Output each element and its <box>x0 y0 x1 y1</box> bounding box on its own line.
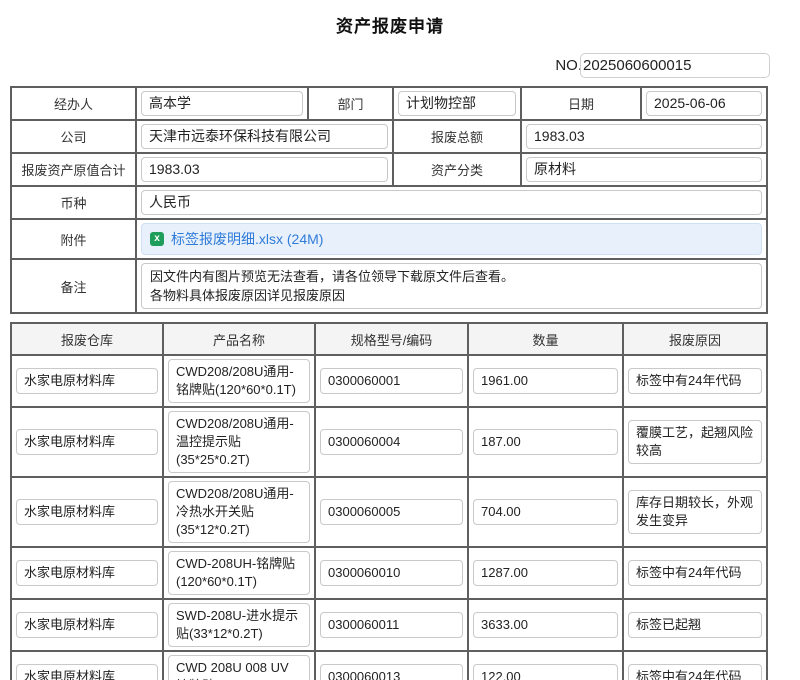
warehouse-input[interactable]: 水家电原材料库 <box>16 429 158 455</box>
warehouse-input[interactable]: 水家电原材料库 <box>16 612 158 638</box>
dept-label: 部门 <box>308 87 393 120</box>
date-input[interactable]: 2025-06-06 <box>646 91 762 116</box>
qty-input[interactable]: 3633.00 <box>473 612 618 638</box>
warehouse-input[interactable]: 水家电原材料库 <box>16 560 158 586</box>
product-input[interactable]: SWD-208U-进水提示贴(33*12*0.2T) <box>168 603 310 647</box>
attachment-link[interactable]: 标签报废明细.xlsx (24M) <box>171 229 323 249</box>
item-row: 水家电原材料库 SWD-208U-进水提示贴(33*12*0.2T) 03000… <box>11 599 767 651</box>
scrap-total-label: 报废总额 <box>393 120 521 153</box>
form-row-handler: 经办人 高本学 部门 计划物控部 日期 2025-06-06 <box>11 87 767 120</box>
header-qty: 数量 <box>468 323 623 355</box>
doc-number-row: NO.2025060600015 <box>10 53 770 79</box>
code-input[interactable]: 0300060004 <box>320 429 463 455</box>
item-row: 水家电原材料库 CWD 208U 008 UV 铭牌贴(120*60*0.1T)… <box>11 651 767 680</box>
asset-category-input[interactable]: 原材料 <box>526 157 762 182</box>
reason-input[interactable]: 库存日期较长，外观发生变异 <box>628 490 762 534</box>
attachment-cell: x 标签报废明细.xlsx (24M) <box>136 219 767 259</box>
item-row: 水家电原材料库 CWD-208UH-铭牌贴(120*60*0.1T) 03000… <box>11 547 767 599</box>
reason-input[interactable]: 覆膜工艺，起翘风险较高 <box>628 420 762 464</box>
product-input[interactable]: CWD-208UH-铭牌贴(120*60*0.1T) <box>168 551 310 595</box>
reason-input[interactable]: 标签已起翘 <box>628 612 762 638</box>
original-total-label: 报废资产原值合计 <box>11 153 136 186</box>
qty-input[interactable]: 122.00 <box>473 664 618 680</box>
asset-category-cell: 原材料 <box>521 153 767 186</box>
remark-label: 备注 <box>11 259 136 313</box>
product-input[interactable]: CWD208/208U通用-铭牌贴(120*60*0.1T) <box>168 359 310 403</box>
code-input[interactable]: 0300060010 <box>320 560 463 586</box>
handler-cell: 高本学 <box>136 87 308 120</box>
doc-number-label: NO. <box>555 57 582 74</box>
header-code: 规格型号/编码 <box>315 323 468 355</box>
scrap-total-input[interactable]: 1983.03 <box>526 124 762 149</box>
company-cell: 天津市远泰环保科技有限公司 <box>136 120 393 153</box>
item-row: 水家电原材料库 CWD208/208U通用-冷热水开关贴(35*12*0.2T)… <box>11 477 767 547</box>
item-row: 水家电原材料库 CWD208/208U通用-温控提示贴(35*25*0.2T) … <box>11 407 767 477</box>
original-total-input[interactable]: 1983.03 <box>141 157 388 182</box>
currency-cell: 人民币 <box>136 186 767 219</box>
excel-file-icon: x <box>150 232 164 246</box>
form-row-remark: 备注 因文件内有图片预览无法查看，请各位领导下载原文件后查看。 各物料具体报废原… <box>11 259 767 313</box>
header-reason: 报废原因 <box>623 323 767 355</box>
form-row-attachment: 附件 x 标签报废明细.xlsx (24M) <box>11 219 767 259</box>
code-input[interactable]: 0300060005 <box>320 499 463 525</box>
warehouse-input[interactable]: 水家电原材料库 <box>16 368 158 394</box>
product-input[interactable]: CWD208/208U通用-温控提示贴(35*25*0.2T) <box>168 411 310 473</box>
qty-input[interactable]: 704.00 <box>473 499 618 525</box>
reason-input[interactable]: 标签中有24年代码 <box>628 664 762 680</box>
code-input[interactable]: 0300060011 <box>320 612 463 638</box>
product-input[interactable]: CWD 208U 008 UV 铭牌贴(120*60*0.1T) <box>168 655 310 680</box>
handler-label: 经办人 <box>11 87 136 120</box>
product-input[interactable]: CWD208/208U通用-冷热水开关贴(35*12*0.2T) <box>168 481 310 543</box>
form-row-company: 公司 天津市远泰环保科技有限公司 报废总额 1983.03 <box>11 120 767 153</box>
remark-line-2: 各物料具体报废原因详见报废原因 <box>150 286 753 305</box>
currency-input[interactable]: 人民币 <box>141 190 762 215</box>
header-product: 产品名称 <box>163 323 315 355</box>
reason-input[interactable]: 标签中有24年代码 <box>628 368 762 394</box>
asset-scrap-application-page: 资产报废申请 NO.2025060600015 经办人 高本学 部门 计划物控部… <box>10 0 770 680</box>
remark-cell: 因文件内有图片预览无法查看，请各位领导下载原文件后查看。 各物料具体报废原因详见… <box>136 259 767 313</box>
page-title: 资产报废申请 <box>10 12 770 37</box>
form-table: 经办人 高本学 部门 计划物控部 日期 2025-06-06 公司 天津市远泰环… <box>10 86 768 314</box>
doc-number-input[interactable]: 2025060600015 <box>580 53 770 78</box>
qty-input[interactable]: 1961.00 <box>473 368 618 394</box>
header-warehouse: 报废仓库 <box>11 323 163 355</box>
items-header-row: 报废仓库 产品名称 规格型号/编码 数量 报废原因 <box>11 323 767 355</box>
currency-label: 币种 <box>11 186 136 219</box>
date-cell: 2025-06-06 <box>641 87 767 120</box>
attachment-field: x 标签报废明细.xlsx (24M) <box>141 223 762 255</box>
qty-input[interactable]: 187.00 <box>473 429 618 455</box>
scrap-total-cell: 1983.03 <box>521 120 767 153</box>
company-input[interactable]: 天津市远泰环保科技有限公司 <box>141 124 388 149</box>
form-row-original-total: 报废资产原值合计 1983.03 资产分类 原材料 <box>11 153 767 186</box>
qty-input[interactable]: 1287.00 <box>473 560 618 586</box>
reason-input[interactable]: 标签中有24年代码 <box>628 560 762 586</box>
warehouse-input[interactable]: 水家电原材料库 <box>16 664 158 680</box>
dept-input[interactable]: 计划物控部 <box>398 91 516 116</box>
remark-textarea[interactable]: 因文件内有图片预览无法查看，请各位领导下载原文件后查看。 各物料具体报废原因详见… <box>141 263 762 309</box>
scrap-items-table: 报废仓库 产品名称 规格型号/编码 数量 报废原因 水家电原材料库 CWD208… <box>10 322 768 680</box>
remark-line-1: 因文件内有图片预览无法查看，请各位领导下载原文件后查看。 <box>150 267 753 286</box>
code-input[interactable]: 0300060013 <box>320 664 463 680</box>
form-row-currency: 币种 人民币 <box>11 186 767 219</box>
warehouse-input[interactable]: 水家电原材料库 <box>16 499 158 525</box>
attachment-label: 附件 <box>11 219 136 259</box>
code-input[interactable]: 0300060001 <box>320 368 463 394</box>
asset-category-label: 资产分类 <box>393 153 521 186</box>
original-total-cell: 1983.03 <box>136 153 393 186</box>
company-label: 公司 <box>11 120 136 153</box>
handler-input[interactable]: 高本学 <box>141 91 303 116</box>
date-label: 日期 <box>521 87 641 120</box>
dept-cell: 计划物控部 <box>393 87 521 120</box>
item-row: 水家电原材料库 CWD208/208U通用-铭牌贴(120*60*0.1T) 0… <box>11 355 767 407</box>
